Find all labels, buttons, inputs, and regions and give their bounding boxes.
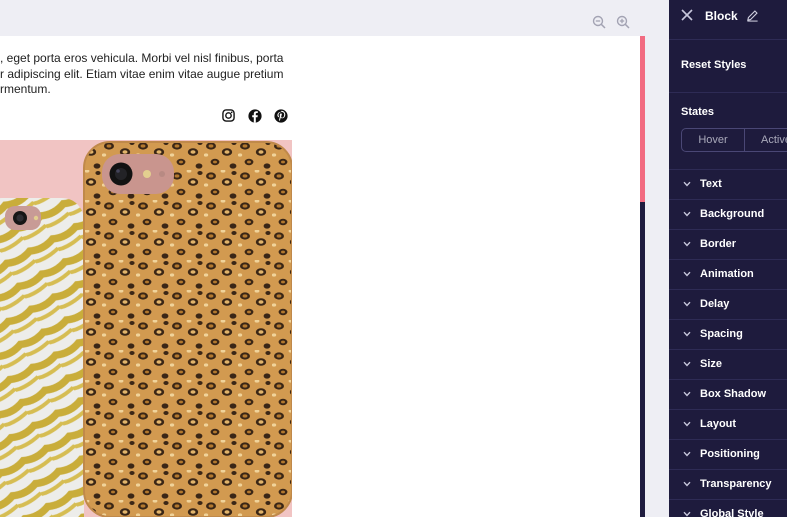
- chevron-down-icon: [683, 481, 691, 487]
- panel-title: Block: [705, 9, 738, 23]
- chevron-down-icon: [683, 511, 691, 517]
- section-label: Border: [700, 238, 737, 250]
- section-size[interactable]: Size: [669, 350, 787, 380]
- chevron-down-icon: [683, 181, 691, 187]
- zoom-controls: [591, 14, 631, 30]
- paragraph-line: r adipiscing elit. Etiam vitae enim vita…: [0, 66, 284, 81]
- section-positioning[interactable]: Positioning: [669, 440, 787, 470]
- chevron-down-icon: [683, 451, 691, 457]
- section-label: Layout: [700, 418, 737, 430]
- zoom-out-icon[interactable]: [591, 14, 607, 30]
- state-hover-button[interactable]: Hover: [682, 129, 745, 151]
- chevron-down-icon: [683, 361, 691, 367]
- section-border[interactable]: Border: [669, 230, 787, 260]
- pencil-icon[interactable]: [746, 9, 759, 22]
- social-icons: [221, 108, 288, 123]
- chevron-down-icon: [683, 331, 691, 337]
- section-label: Transparency: [700, 478, 772, 490]
- section-label: Delay: [700, 298, 730, 310]
- phone-cases-illustration: [0, 140, 292, 517]
- paragraph-line: rmentum.: [0, 82, 51, 96]
- instagram-icon[interactable]: [221, 108, 236, 123]
- chevron-down-icon: [683, 271, 691, 277]
- section-label: Box Shadow: [700, 388, 767, 400]
- style-panel: Block Reset Styles States Hover Active T…: [669, 0, 787, 517]
- states-label: States: [681, 106, 715, 118]
- section-label: Global Style: [700, 508, 764, 517]
- facebook-icon[interactable]: [247, 108, 262, 123]
- section-delay[interactable]: Delay: [669, 290, 787, 320]
- section-label: Spacing: [700, 328, 743, 340]
- chevron-down-icon: [683, 421, 691, 427]
- panel-header: Block: [669, 0, 787, 40]
- paragraph-block[interactable]: , eget porta eros vehicula. Morbi vel ni…: [0, 51, 290, 98]
- editor-canvas: , eget porta eros vehicula. Morbi vel ni…: [0, 0, 645, 517]
- section-label: Positioning: [700, 448, 760, 460]
- section-label: Animation: [700, 268, 754, 280]
- state-toggle: Hover Active: [681, 128, 787, 152]
- pinterest-icon[interactable]: [273, 108, 288, 123]
- product-image[interactable]: [0, 140, 292, 517]
- section-label: Text: [700, 178, 722, 190]
- zoom-in-icon[interactable]: [615, 14, 631, 30]
- state-active-button[interactable]: Active: [745, 129, 787, 151]
- reset-styles-button[interactable]: Reset Styles: [681, 59, 746, 71]
- section-animation[interactable]: Animation: [669, 260, 787, 290]
- section-background[interactable]: Background: [669, 200, 787, 230]
- states-section: States Hover Active: [669, 93, 787, 170]
- canvas-scroll-thumb[interactable]: [640, 36, 645, 202]
- reset-section: Reset Styles: [669, 40, 787, 93]
- section-label: Background: [700, 208, 765, 220]
- chevron-down-icon: [683, 211, 691, 217]
- chevron-down-icon: [683, 301, 691, 307]
- section-layout[interactable]: Layout: [669, 410, 787, 440]
- section-label: Size: [700, 358, 723, 370]
- email-page: , eget porta eros vehicula. Morbi vel ni…: [0, 36, 640, 517]
- paragraph-line: , eget porta eros vehicula. Morbi vel ni…: [0, 51, 284, 65]
- chevron-down-icon: [683, 241, 691, 247]
- section-box-shadow[interactable]: Box Shadow: [669, 380, 787, 410]
- section-global-style[interactable]: Global Style: [669, 500, 787, 517]
- section-text[interactable]: Text: [669, 170, 787, 200]
- chevron-down-icon: [683, 391, 691, 397]
- section-transparency[interactable]: Transparency: [669, 470, 787, 500]
- section-spacing[interactable]: Spacing: [669, 320, 787, 350]
- close-icon[interactable]: [680, 8, 694, 22]
